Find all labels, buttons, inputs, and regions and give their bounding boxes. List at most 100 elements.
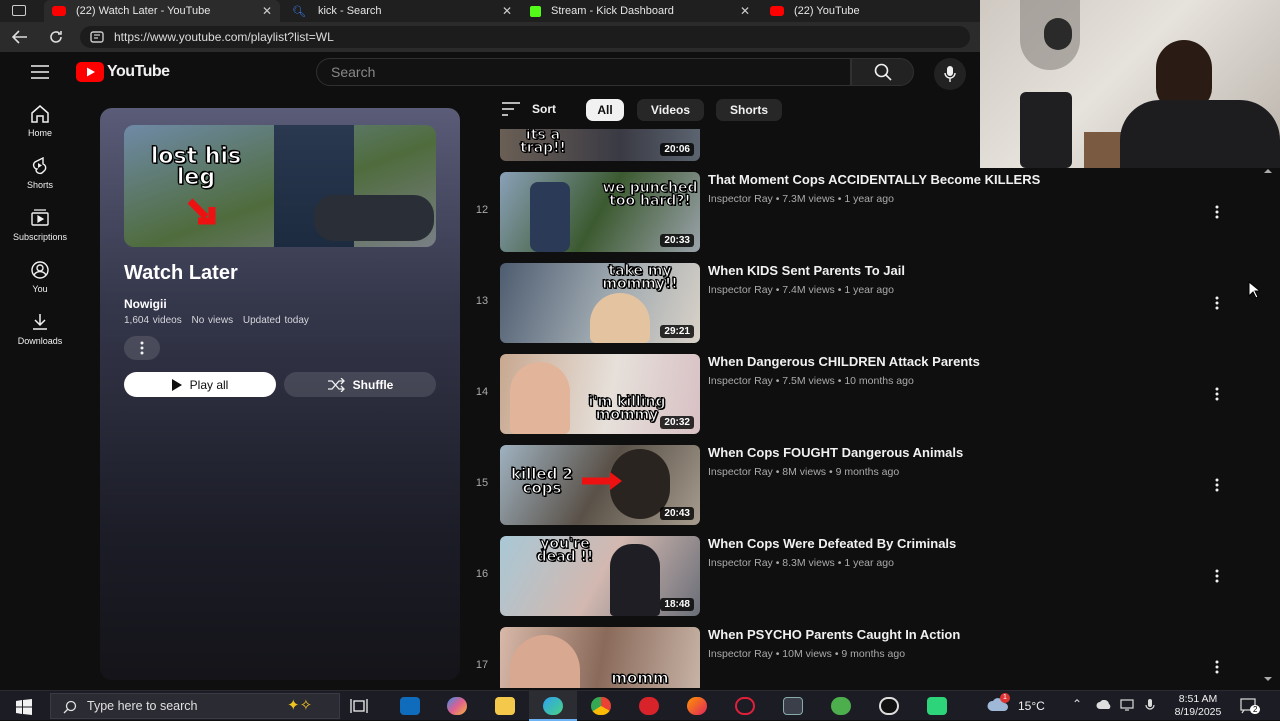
video-more-button[interactable] <box>1210 475 1224 495</box>
video-thumbnail[interactable]: you're dead !! 18:48 <box>500 536 700 616</box>
chip-videos[interactable]: Videos <box>637 99 704 121</box>
thumb-caption: take my mommy!! <box>602 263 678 293</box>
microphone-icon[interactable] <box>1143 699 1157 711</box>
webcam-background-object <box>1020 92 1072 168</box>
channel-name[interactable]: Inspector Ray <box>708 375 773 387</box>
tab-actions-icon[interactable] <box>12 5 26 16</box>
nav-subscriptions[interactable]: Subscriptions <box>0 209 80 242</box>
playlist-video-row[interactable]: 16 you're dead !! 18:48 When Cops Were D… <box>470 536 1240 616</box>
channel-name[interactable]: Inspector Ray <box>708 557 773 569</box>
tab-watch-later[interactable]: (22) Watch Later - YouTube ✕ <box>44 0 280 22</box>
video-title[interactable]: When Cops Were Defeated By Criminals <box>708 536 956 551</box>
chip-all[interactable]: All <box>586 99 624 121</box>
video-more-button[interactable] <box>1210 657 1224 677</box>
scroll-down-icon[interactable] <box>1263 676 1273 682</box>
search-input[interactable]: Search <box>316 58 851 86</box>
opera-gx-icon[interactable] <box>735 697 755 715</box>
playlist-video-row[interactable]: 14 i'm killing mommy 20:32 When Dangerou… <box>470 354 1240 434</box>
playlist-more-button[interactable] <box>124 336 160 360</box>
voice-search-button[interactable] <box>934 58 966 90</box>
video-title[interactable]: When Cops FOUGHT Dangerous Animals <box>708 445 963 460</box>
video-duration: 29:21 <box>660 325 694 338</box>
refresh-icon[interactable] <box>48 29 64 45</box>
sort-button[interactable]: Sort <box>502 102 556 116</box>
webcam-background-object <box>1044 18 1072 50</box>
video-meta: Inspector Ray • 8.3M views • 1 year ago <box>708 557 894 569</box>
playlist-video-row[interactable]: 12 we punched too hard?! 20:33 That Mome… <box>470 172 1240 252</box>
video-title[interactable]: That Moment Cops ACCIDENTALLY Become KIL… <box>708 172 1040 187</box>
back-icon[interactable] <box>12 30 28 44</box>
tab-kick-dashboard[interactable]: Stream - Kick Dashboard ✕ <box>522 0 758 22</box>
browser-tab-bar: (22) Watch Later - YouTube ✕ 🔍︎ kick - S… <box>0 0 980 22</box>
upload-age: 10 months ago <box>844 375 914 387</box>
system-clock[interactable]: 8:51 AM 8/19/2025 <box>1164 693 1232 719</box>
site-info-icon[interactable] <box>90 31 104 43</box>
menu-icon[interactable] <box>31 65 49 79</box>
onedrive-icon[interactable] <box>1096 700 1112 710</box>
view-count: 8.3M views <box>782 557 835 569</box>
chevron-up-icon[interactable]: ⌃ <box>1072 697 1082 711</box>
close-icon[interactable]: ✕ <box>502 4 512 18</box>
channel-name[interactable]: Inspector Ray <box>708 284 773 296</box>
copilot-icon[interactable] <box>447 697 467 715</box>
video-more-button[interactable] <box>1210 566 1224 586</box>
chip-label: All <box>597 103 613 117</box>
channel-name[interactable]: Inspector Ray <box>708 193 773 205</box>
tab-kick-search[interactable]: 🔍︎ kick - Search ✕ <box>284 0 520 22</box>
chrome-icon[interactable] <box>591 697 611 715</box>
tab-youtube-home[interactable]: (22) YouTube <box>762 0 980 22</box>
video-index: 14 <box>475 386 489 398</box>
channel-name[interactable]: Inspector Ray <box>708 648 773 660</box>
taskbar-search-placeholder: Type here to search <box>87 699 198 713</box>
scroll-up-icon[interactable] <box>1263 168 1273 174</box>
opera-icon[interactable] <box>639 697 659 715</box>
youtube-logo[interactable]: YouTube <box>76 62 170 82</box>
app-icon[interactable] <box>927 697 947 715</box>
thumb-figure <box>610 544 660 616</box>
playlist-video-row[interactable]: 15 killed 2 cops 20:43 When Cops FOUGHT … <box>470 445 1240 525</box>
video-title[interactable]: When KIDS Sent Parents To Jail <box>708 263 905 278</box>
playlist-video-row[interactable]: 17 momm When PSYCHO Parents Caught In Ac… <box>470 627 1240 688</box>
video-thumbnail[interactable]: momm <box>500 627 700 688</box>
video-thumbnail[interactable]: take my mommy!! 29:21 <box>500 263 700 343</box>
network-icon[interactable] <box>1120 699 1134 711</box>
app-icon[interactable] <box>831 697 851 715</box>
firefox-icon[interactable] <box>687 697 707 715</box>
video-thumbnail[interactable]: killed 2 cops 20:43 <box>500 445 700 525</box>
playlist-thumbnail[interactable]: lost his leg <box>124 125 436 247</box>
obs-icon[interactable] <box>879 697 899 715</box>
nav-shorts[interactable]: Shorts <box>0 157 80 190</box>
nav-you[interactable]: You <box>0 261 80 294</box>
close-icon[interactable]: ✕ <box>740 4 750 18</box>
search-button[interactable] <box>851 58 914 86</box>
nav-home[interactable]: Home <box>0 105 80 138</box>
store-icon[interactable] <box>783 697 803 715</box>
outlook-icon[interactable] <box>400 697 420 715</box>
play-all-button[interactable]: Play all <box>124 372 276 397</box>
playlist-owner[interactable]: Nowigii <box>124 297 167 311</box>
video-duration: 20:32 <box>660 416 694 429</box>
chip-shorts[interactable]: Shorts <box>716 99 782 121</box>
video-thumbnail[interactable]: we punched too hard?! 20:33 <box>500 172 700 252</box>
task-view-icon[interactable] <box>350 698 368 714</box>
video-title[interactable]: When PSYCHO Parents Caught In Action <box>708 627 960 642</box>
video-more-button[interactable] <box>1210 293 1224 313</box>
file-explorer-icon[interactable] <box>495 697 515 715</box>
sort-icon <box>502 102 520 116</box>
weather-temperature[interactable]: 15°C <box>1018 699 1045 713</box>
video-more-button[interactable] <box>1210 384 1224 404</box>
shuffle-button[interactable]: Shuffle <box>284 372 436 397</box>
channel-name[interactable]: Inspector Ray <box>708 466 773 478</box>
close-icon[interactable]: ✕ <box>262 4 272 18</box>
video-thumbnail[interactable]: i'm killing mommy 20:32 <box>500 354 700 434</box>
video-more-button[interactable] <box>1210 202 1224 222</box>
taskbar-search[interactable]: Type here to search ✦✧ <box>50 693 340 719</box>
scrollbar[interactable] <box>1262 168 1274 688</box>
playlist-video-row[interactable]: 13 take my mommy!! 29:21 When KIDS Sent … <box>470 263 1240 343</box>
video-title[interactable]: When Dangerous CHILDREN Attack Parents <box>708 354 980 369</box>
address-bar[interactable]: https://www.youtube.com/playlist?list=WL <box>80 26 970 48</box>
windows-start-icon[interactable] <box>16 699 32 715</box>
nav-downloads[interactable]: Downloads <box>0 313 80 346</box>
thumb-caption: we punched too hard?! <box>602 180 698 210</box>
video-thumbnail[interactable]: its a trap!! 20:06 <box>500 129 700 161</box>
